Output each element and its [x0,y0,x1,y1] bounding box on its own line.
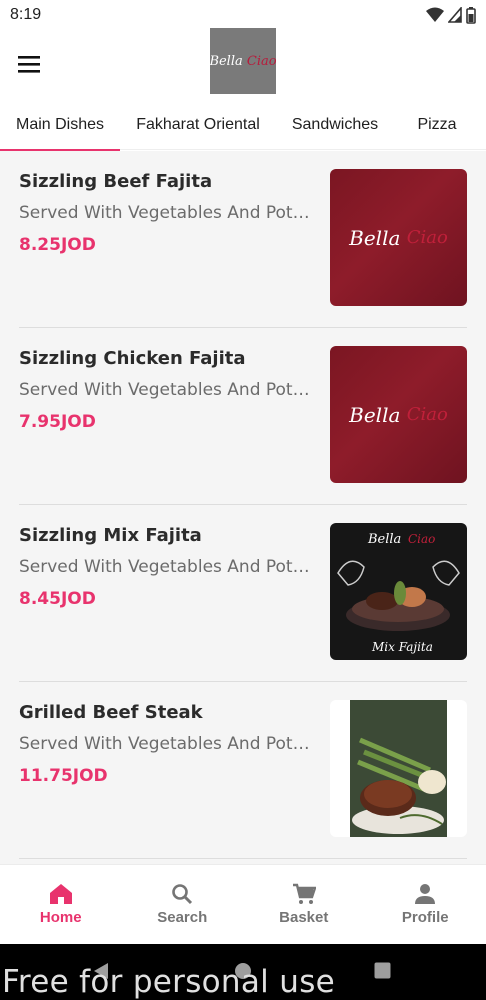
dish-price: 11.75JOD [19,766,108,786]
hamburger-menu-icon [18,55,40,73]
nav-basket[interactable]: Basket [243,865,365,944]
dish-name: Sizzling Beef Fajita [19,171,213,192]
beef-steak-illustration [350,700,447,837]
dish-description: Served With Vegetables And Potatoes [19,557,313,577]
wifi-icon [426,7,444,22]
status-time: 8:19 [10,6,42,23]
tab-fakharat-oriental[interactable]: Fakharat Oriental [120,100,276,150]
category-tabs: Main Dishes Fakharat Oriental Sandwiches… [0,100,486,151]
nav-home-label: Home [39,909,82,926]
battery-icon [466,6,476,24]
tab-main-dishes[interactable]: Main Dishes [0,100,120,151]
list-item[interactable]: Sizzling Beef Fajita Served With Vegetab… [19,151,467,328]
nav-profile[interactable]: Profile [365,865,486,944]
svg-text:Bella: Bella [367,532,401,547]
cart-icon [292,883,316,904]
dish-name: Sizzling Mix Fajita [19,525,202,546]
status-bar: 8:19 [0,0,486,30]
list-item[interactable]: Grilled Beef Steak Served With Vegetable… [19,682,467,859]
beef-steak-photo [330,700,467,837]
mix-fajita-photo: Bella Ciao Mix Fajita [330,523,467,660]
nav-search-label: Search [157,909,208,926]
app-logo: Bella Ciao [209,28,277,94]
dish-name: Grilled Beef Steak [19,702,203,723]
mix-fajita-caption: Mix Fajita [371,640,433,654]
dish-price: 8.25JOD [19,235,96,255]
tab-pizza[interactable]: Pizza [394,100,480,150]
svg-text:Ciao: Ciao [408,532,435,546]
person-icon [415,884,436,904]
logo-accent: Ciao [246,53,277,69]
dish-description: Served With Vegetables And Potatoes [19,203,313,223]
tab-sandwiches[interactable]: Sandwiches [276,100,394,150]
home-icon [49,884,72,904]
dish-description: Served With Vegetables And Potatoes [19,734,313,754]
list-item[interactable]: Sizzling Chicken Fajita Served With Vege… [19,328,467,505]
menu-button[interactable] [12,47,46,81]
dish-price: 7.95JOD [19,412,96,432]
app-bar: Bella Ciao [0,28,486,100]
dish-name: Sizzling Chicken Fajita [19,348,246,369]
nav-basket-label: Basket [279,909,329,926]
nav-search[interactable]: Search [122,865,244,944]
dish-description: Served With Vegetables And Potatoes [19,380,313,400]
nav-home[interactable]: Home [0,865,122,944]
signal-icon [448,7,462,23]
dish-list: Sizzling Beef Fajita Served With Vegetab… [0,151,486,864]
search-icon [172,884,193,905]
status-icons [426,6,476,24]
dish-price: 8.45JOD [19,589,96,609]
list-item[interactable]: Sizzling Mix Fajita Served With Vegetabl… [19,505,467,682]
bella-ciao-logo-image: Bella Ciao [330,346,467,483]
bottom-navigation: Home Search Basket Profile [0,864,486,944]
recents-icon[interactable] [374,962,391,979]
watermark-text: Free for personal use [2,964,336,1000]
bella-ciao-logo-image: Bella Ciao [330,169,467,306]
nav-profile-label: Profile [401,909,449,926]
mix-fajita-illustration: Bella Ciao Mix Fajita [337,532,460,654]
logo-text: Bella [209,53,243,69]
